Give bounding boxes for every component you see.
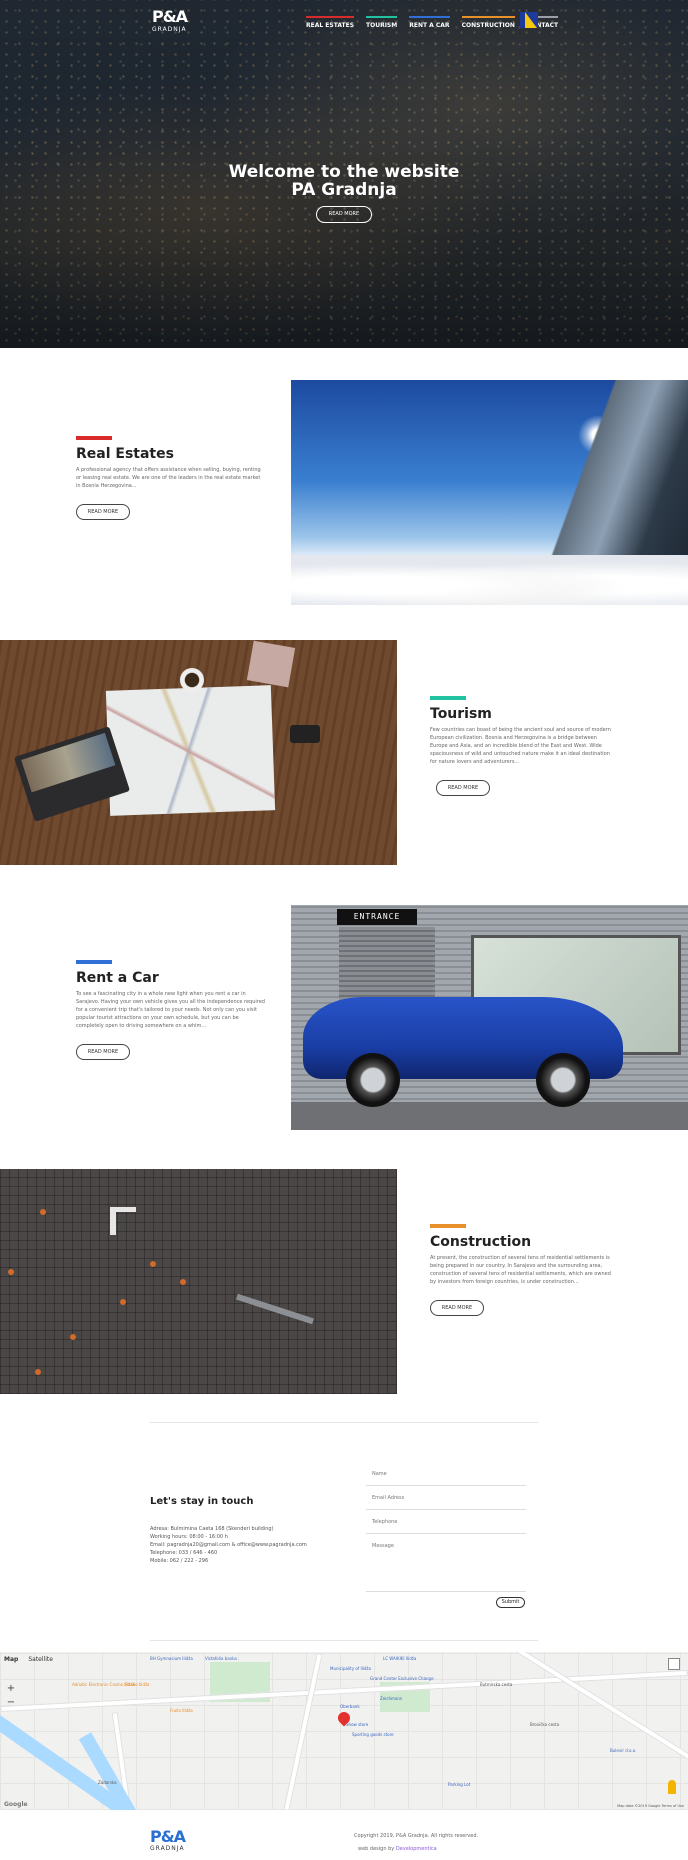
entrance-sign: ENTRANCE [337, 909, 417, 925]
submit-button[interactable]: Submit [496, 1597, 525, 1608]
tourism-image [0, 640, 397, 865]
nav-real-estates[interactable]: REAL ESTATES [306, 16, 355, 29]
section-accent-bar [76, 960, 112, 964]
divider [150, 1422, 538, 1423]
web-design-credit[interactable]: web design by Developmentica [358, 1846, 437, 1852]
contact-title: Let's stay in touch [150, 1496, 254, 1507]
footer-logo[interactable]: P&A GRADNJA [150, 1829, 198, 1854]
real-estates-image [291, 380, 688, 605]
hero-banner: P&A GRADNJA REAL ESTATES TOURISM RENT A … [0, 0, 688, 348]
nav-rent-a-car[interactable]: RENT A CAR [409, 16, 450, 29]
tourism-section: Tourism Few countries can boast of being… [430, 696, 612, 796]
section-accent-bar [430, 696, 466, 700]
section-description: At present, the construction of several … [430, 1255, 611, 1285]
section-accent-bar [76, 436, 112, 440]
fullscreen-icon[interactable] [668, 1658, 680, 1670]
section-title: Construction [430, 1234, 532, 1250]
section-description: A professional agency that offers assist… [76, 467, 261, 489]
tab-map[interactable]: Map [4, 1656, 18, 1663]
pegman-icon[interactable] [668, 1780, 676, 1794]
tab-satellite[interactable]: Satellite [28, 1656, 53, 1663]
contact-info: Adresa: Bulmimina Caeta 168 (Skenderi bu… [150, 1526, 307, 1564]
real-estates-read-more-button[interactable]: READ MORE [76, 504, 130, 520]
zoom-in-button[interactable]: + [4, 1682, 18, 1696]
google-map[interactable]: Map Satellite + − BH Gymnasium Ilidža Vi… [0, 1652, 688, 1810]
rent-a-car-read-more-button[interactable]: READ MORE [76, 1044, 130, 1060]
map-type-tabs: Map Satellite [4, 1656, 53, 1663]
google-logo: Google [4, 1801, 28, 1808]
tourism-read-more-button[interactable]: READ MORE [436, 780, 490, 796]
divider [150, 1640, 538, 1641]
section-description: To see a fascinating city in a whole new… [76, 991, 265, 1029]
copyright-text: Copyright 2019, P&A Gradnja. All rights … [354, 1833, 479, 1839]
section-title: Tourism [430, 706, 492, 722]
hero-title: Welcome to the website PA Gradnja [228, 162, 460, 200]
real-estates-section: Real Estates A professional agency that … [76, 436, 266, 520]
map-credit[interactable]: Map data ©2019 Google Terms of Use [617, 1804, 684, 1808]
name-field[interactable]: Name [366, 1466, 526, 1486]
section-title: Real Estates [76, 446, 174, 462]
construction-image [0, 1169, 397, 1394]
zoom-out-button[interactable]: − [4, 1696, 18, 1710]
section-title: Rent a Car [76, 970, 159, 986]
hero-read-more-button[interactable]: READ MORE [316, 206, 372, 223]
rent-a-car-section: Rent a Car To see a fascinating city in … [76, 960, 266, 1060]
rent-a-car-image: ENTRANCE [291, 905, 688, 1130]
telephone-field[interactable]: Telephone [366, 1514, 526, 1534]
language-flag-icon[interactable] [520, 12, 538, 28]
email-field[interactable]: Email Adress [366, 1490, 526, 1510]
section-accent-bar [430, 1224, 466, 1228]
nav-tourism[interactable]: TOURISM [366, 16, 398, 29]
section-description: Few countries can boast of being the anc… [430, 727, 611, 765]
site-logo[interactable]: P&A GRADNJA [152, 9, 198, 34]
construction-read-more-button[interactable]: READ MORE [430, 1300, 484, 1316]
nav-construction[interactable]: CONSTRUCTION [461, 16, 515, 29]
message-field[interactable]: Message [366, 1538, 526, 1592]
construction-section: Construction At present, the constructio… [430, 1224, 614, 1316]
